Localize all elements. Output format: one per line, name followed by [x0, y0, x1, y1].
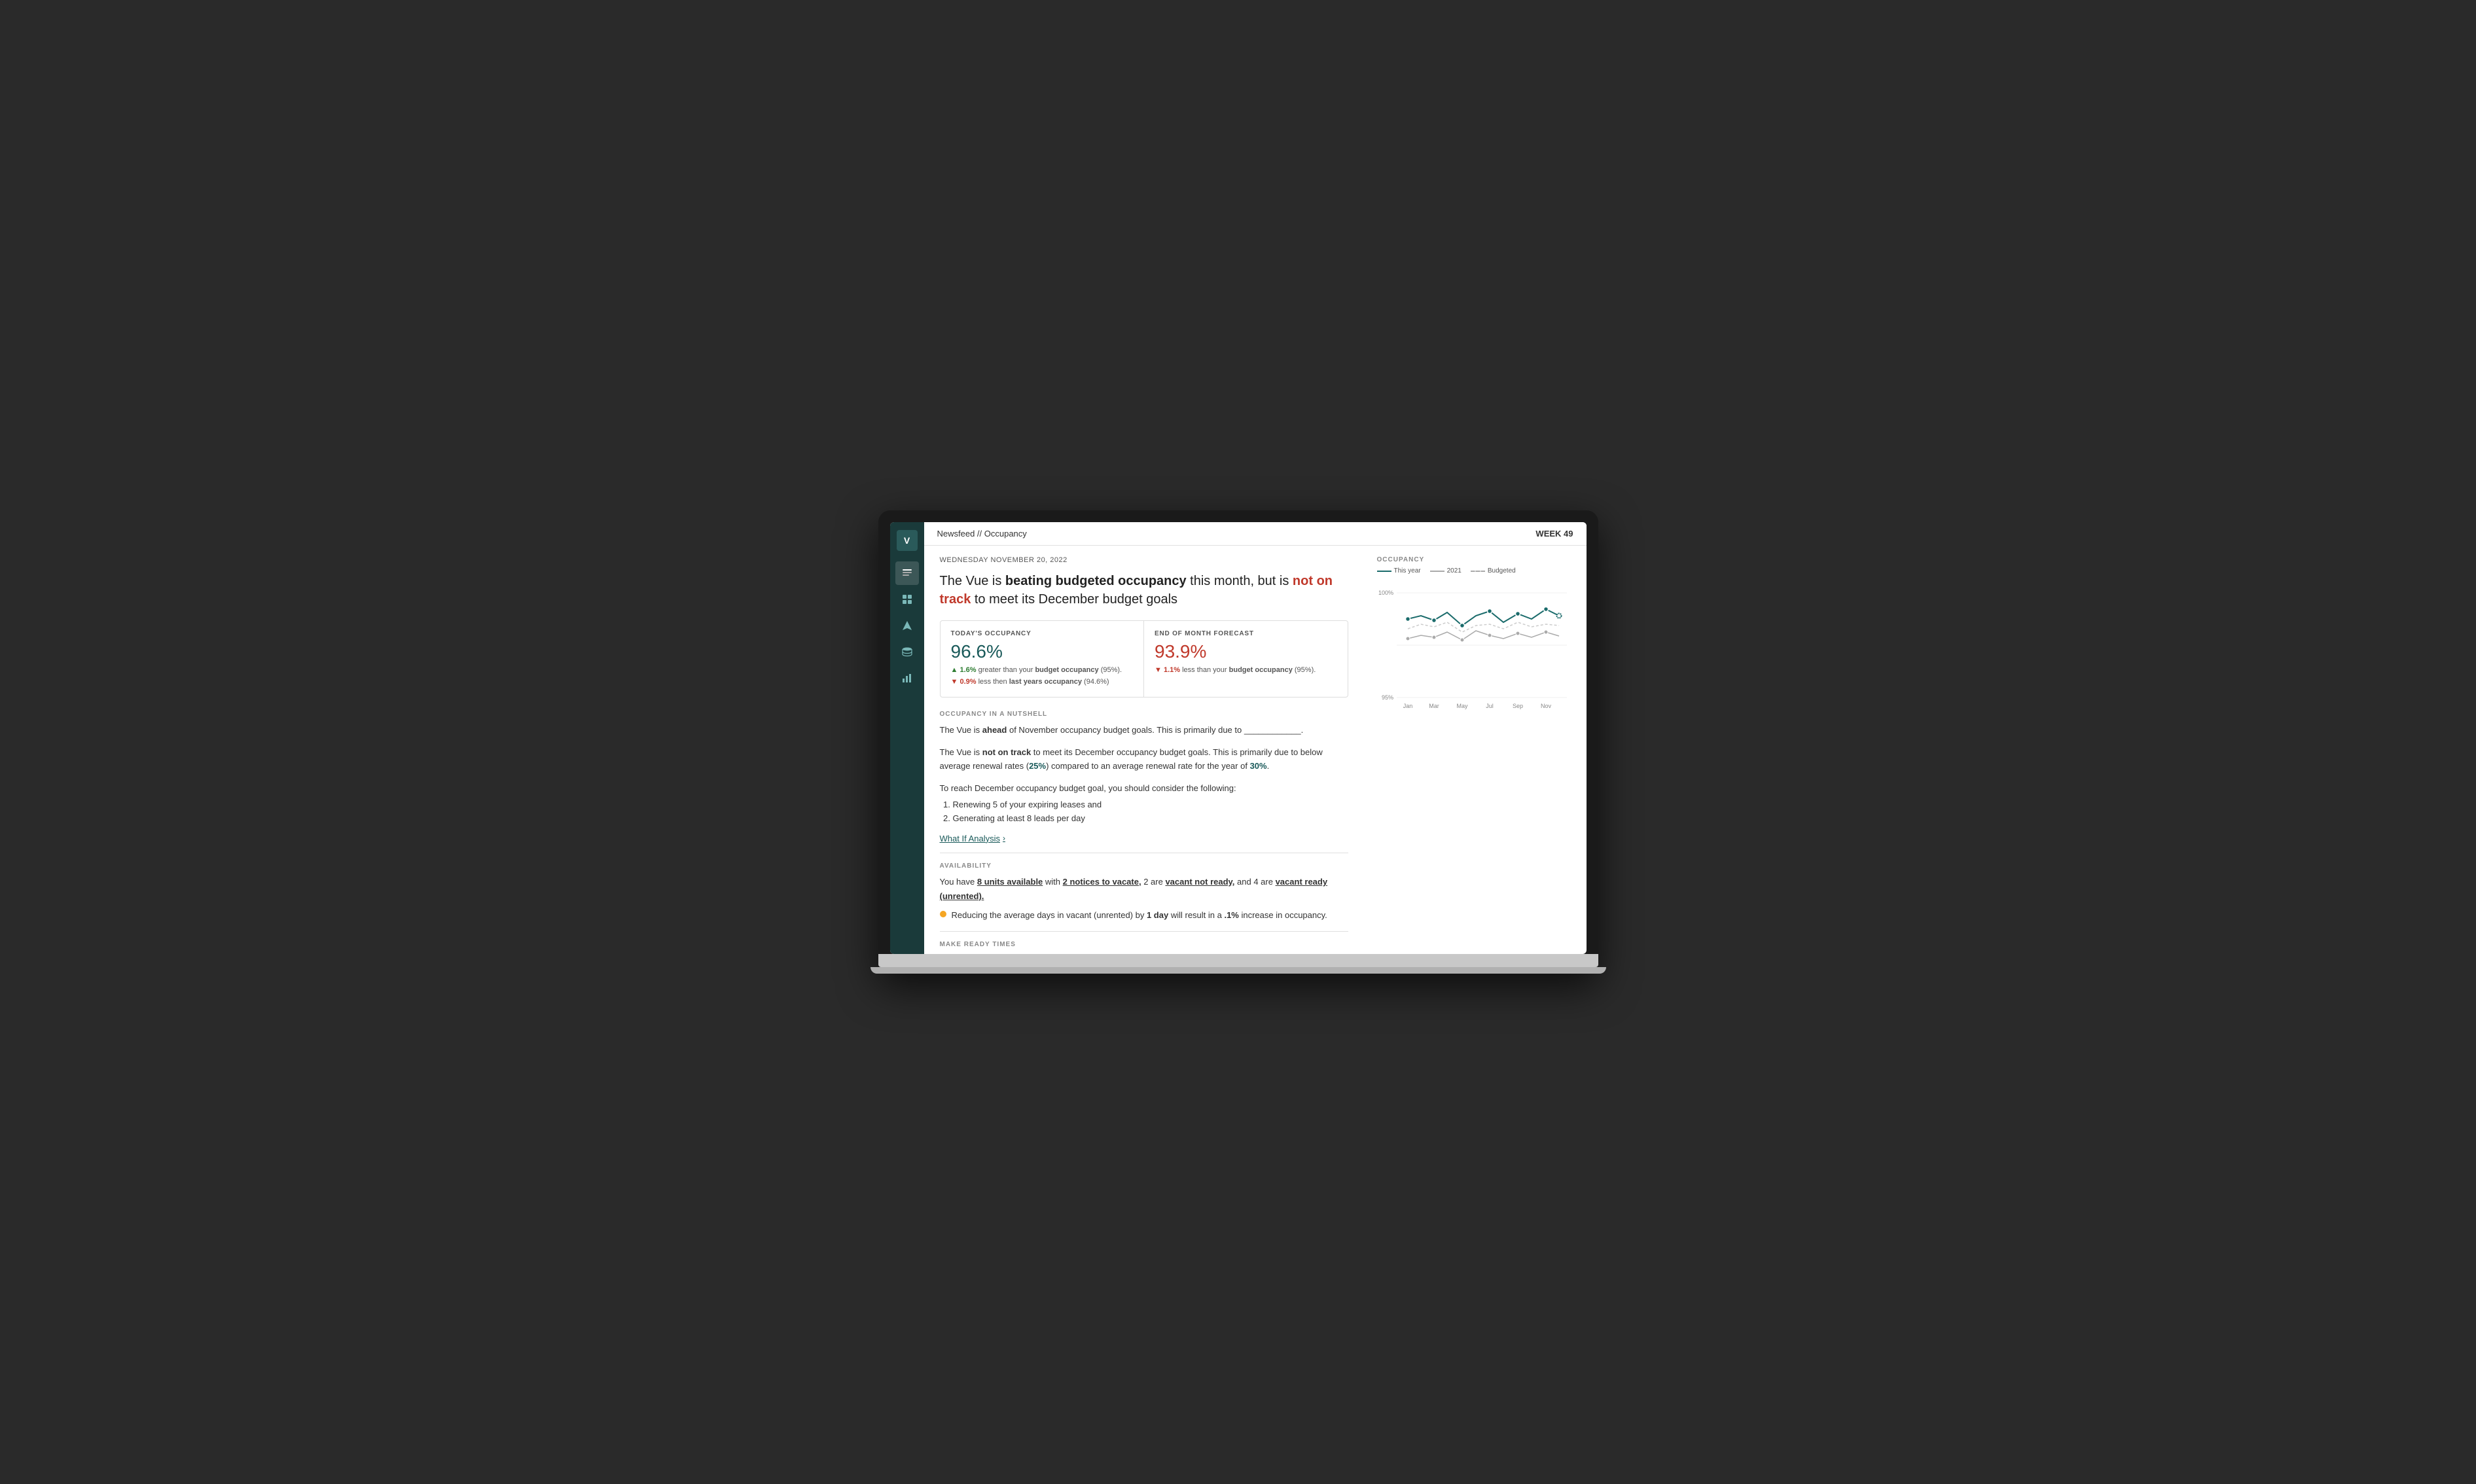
today-detail: ▲ 1.6% greater than your budget occupanc… — [951, 665, 1134, 688]
forecast-detail: ▼ 1.1% less than your budget occupancy (… — [1155, 665, 1337, 677]
nutshell-para1: The Vue is ahead of November occupancy b… — [940, 723, 1348, 737]
budgeted-line — [1408, 622, 1559, 632]
today-card-title: TODAY'S OCCUPANCY — [951, 630, 1134, 637]
forecast-card-title: END OF MONTH FORECAST — [1155, 630, 1337, 637]
make-ready-body: Over the last 7 days, you made 4 units r… — [940, 953, 1348, 954]
chart-container: 100% 95% Jan Mar May Jul Sep Nov — [1377, 580, 1573, 711]
week-label: WEEK 49 — [1535, 529, 1573, 539]
dot-this-year — [1543, 607, 1548, 612]
svg-text:Jul: Jul — [1486, 703, 1494, 709]
legend-line-this-year — [1377, 571, 1391, 572]
dot-2021 — [1544, 630, 1548, 634]
dot-this-year — [1515, 612, 1520, 616]
dot-this-year-end — [1556, 614, 1561, 618]
dot-2021 — [1516, 631, 1520, 635]
main-content: Newsfeed // Occupancy WEEK 49 WEDNESDAY … — [924, 522, 1587, 954]
svg-text:May: May — [1456, 703, 1468, 709]
availability-section-title: AVAILABILITY — [940, 862, 1348, 870]
chart-title: OCCUPANCY — [1377, 556, 1573, 563]
legend-this-year: This year — [1377, 567, 1421, 574]
legend-line-2021 — [1430, 571, 1444, 572]
today-value: 96.6% — [951, 641, 1134, 662]
metric-cards: TODAY'S OCCUPANCY 96.6% ▲ 1.6% greater t… — [940, 620, 1348, 698]
right-panel: OCCUPANCY This year 2021 — [1364, 546, 1587, 954]
legend-line-budgeted — [1471, 571, 1485, 572]
forecast-card: END OF MONTH FORECAST 93.9% ▼ 1.1% less … — [1144, 621, 1348, 697]
date-line: WEDNESDAY NOVEMBER 20, 2022 — [940, 556, 1348, 564]
tip-dot-1 — [940, 911, 946, 917]
what-if-link[interactable]: What If Analysis › — [940, 834, 1348, 843]
what-if-arrow: › — [1003, 834, 1005, 843]
top-bar: Newsfeed // Occupancy WEEK 49 — [924, 522, 1587, 546]
content-area: WEDNESDAY NOVEMBER 20, 2022 The Vue is b… — [924, 546, 1587, 954]
dot-this-year — [1460, 624, 1464, 628]
svg-text:Sep: Sep — [1512, 703, 1522, 709]
svg-text:95%: 95% — [1381, 694, 1393, 701]
list-item-1: Renewing 5 of your expiring leases and — [953, 798, 1348, 811]
nutshell-para2: The Vue is not on track to meet its Dece… — [940, 745, 1348, 773]
availability-body: You have 8 units available with 2 notice… — [940, 875, 1348, 904]
this-year-line — [1408, 609, 1559, 626]
availability-tip: Reducing the average days in vacant (unr… — [940, 909, 1348, 922]
sidebar: V — [890, 522, 924, 954]
left-panel: WEDNESDAY NOVEMBER 20, 2022 The Vue is b… — [924, 546, 1364, 954]
dot-this-year — [1431, 618, 1436, 623]
headline: The Vue is beating budgeted occupancy th… — [940, 572, 1348, 609]
svg-text:Jan: Jan — [1403, 703, 1412, 709]
divider-2 — [940, 931, 1348, 932]
legend-2021: 2021 — [1430, 567, 1462, 574]
occupancy-chart: 100% 95% Jan Mar May Jul Sep Nov — [1377, 580, 1573, 711]
forecast-value: 93.9% — [1155, 641, 1337, 662]
list-item-2: Generating at least 8 leads per day — [953, 811, 1348, 825]
dot-2021 — [1432, 635, 1436, 639]
dot-this-year — [1405, 617, 1410, 622]
svg-text:Mar: Mar — [1429, 703, 1439, 709]
sidebar-icon-news[interactable] — [895, 561, 919, 585]
nutshell-para3: To reach December occupancy budget goal,… — [940, 781, 1348, 826]
chart-section: OCCUPANCY This year 2021 — [1377, 556, 1573, 711]
last-year-line — [1408, 631, 1559, 640]
chart-legend: This year 2021 Budgeted — [1377, 567, 1573, 574]
dot-2021 — [1488, 633, 1492, 637]
dot-this-year — [1487, 609, 1492, 614]
make-ready-section-title: MAKE READY TIMES — [940, 941, 1348, 948]
dot-2021 — [1406, 637, 1410, 641]
sidebar-icon-data[interactable] — [895, 640, 919, 663]
breadcrumb: Newsfeed // Occupancy — [937, 529, 1027, 539]
legend-budgeted: Budgeted — [1471, 567, 1516, 574]
dot-2021 — [1460, 638, 1464, 642]
today-occupancy-card: TODAY'S OCCUPANCY 96.6% ▲ 1.6% greater t… — [941, 621, 1145, 697]
sidebar-logo[interactable]: V — [897, 530, 918, 551]
nutshell-section-title: OCCUPANCY IN A NUTSHELL — [940, 711, 1348, 718]
svg-text:Nov: Nov — [1540, 703, 1551, 709]
svg-text:100%: 100% — [1378, 590, 1393, 596]
sidebar-icon-grid[interactable] — [895, 588, 919, 611]
sidebar-icon-navigate[interactable] — [895, 614, 919, 637]
sidebar-icon-chart[interactable] — [895, 666, 919, 690]
